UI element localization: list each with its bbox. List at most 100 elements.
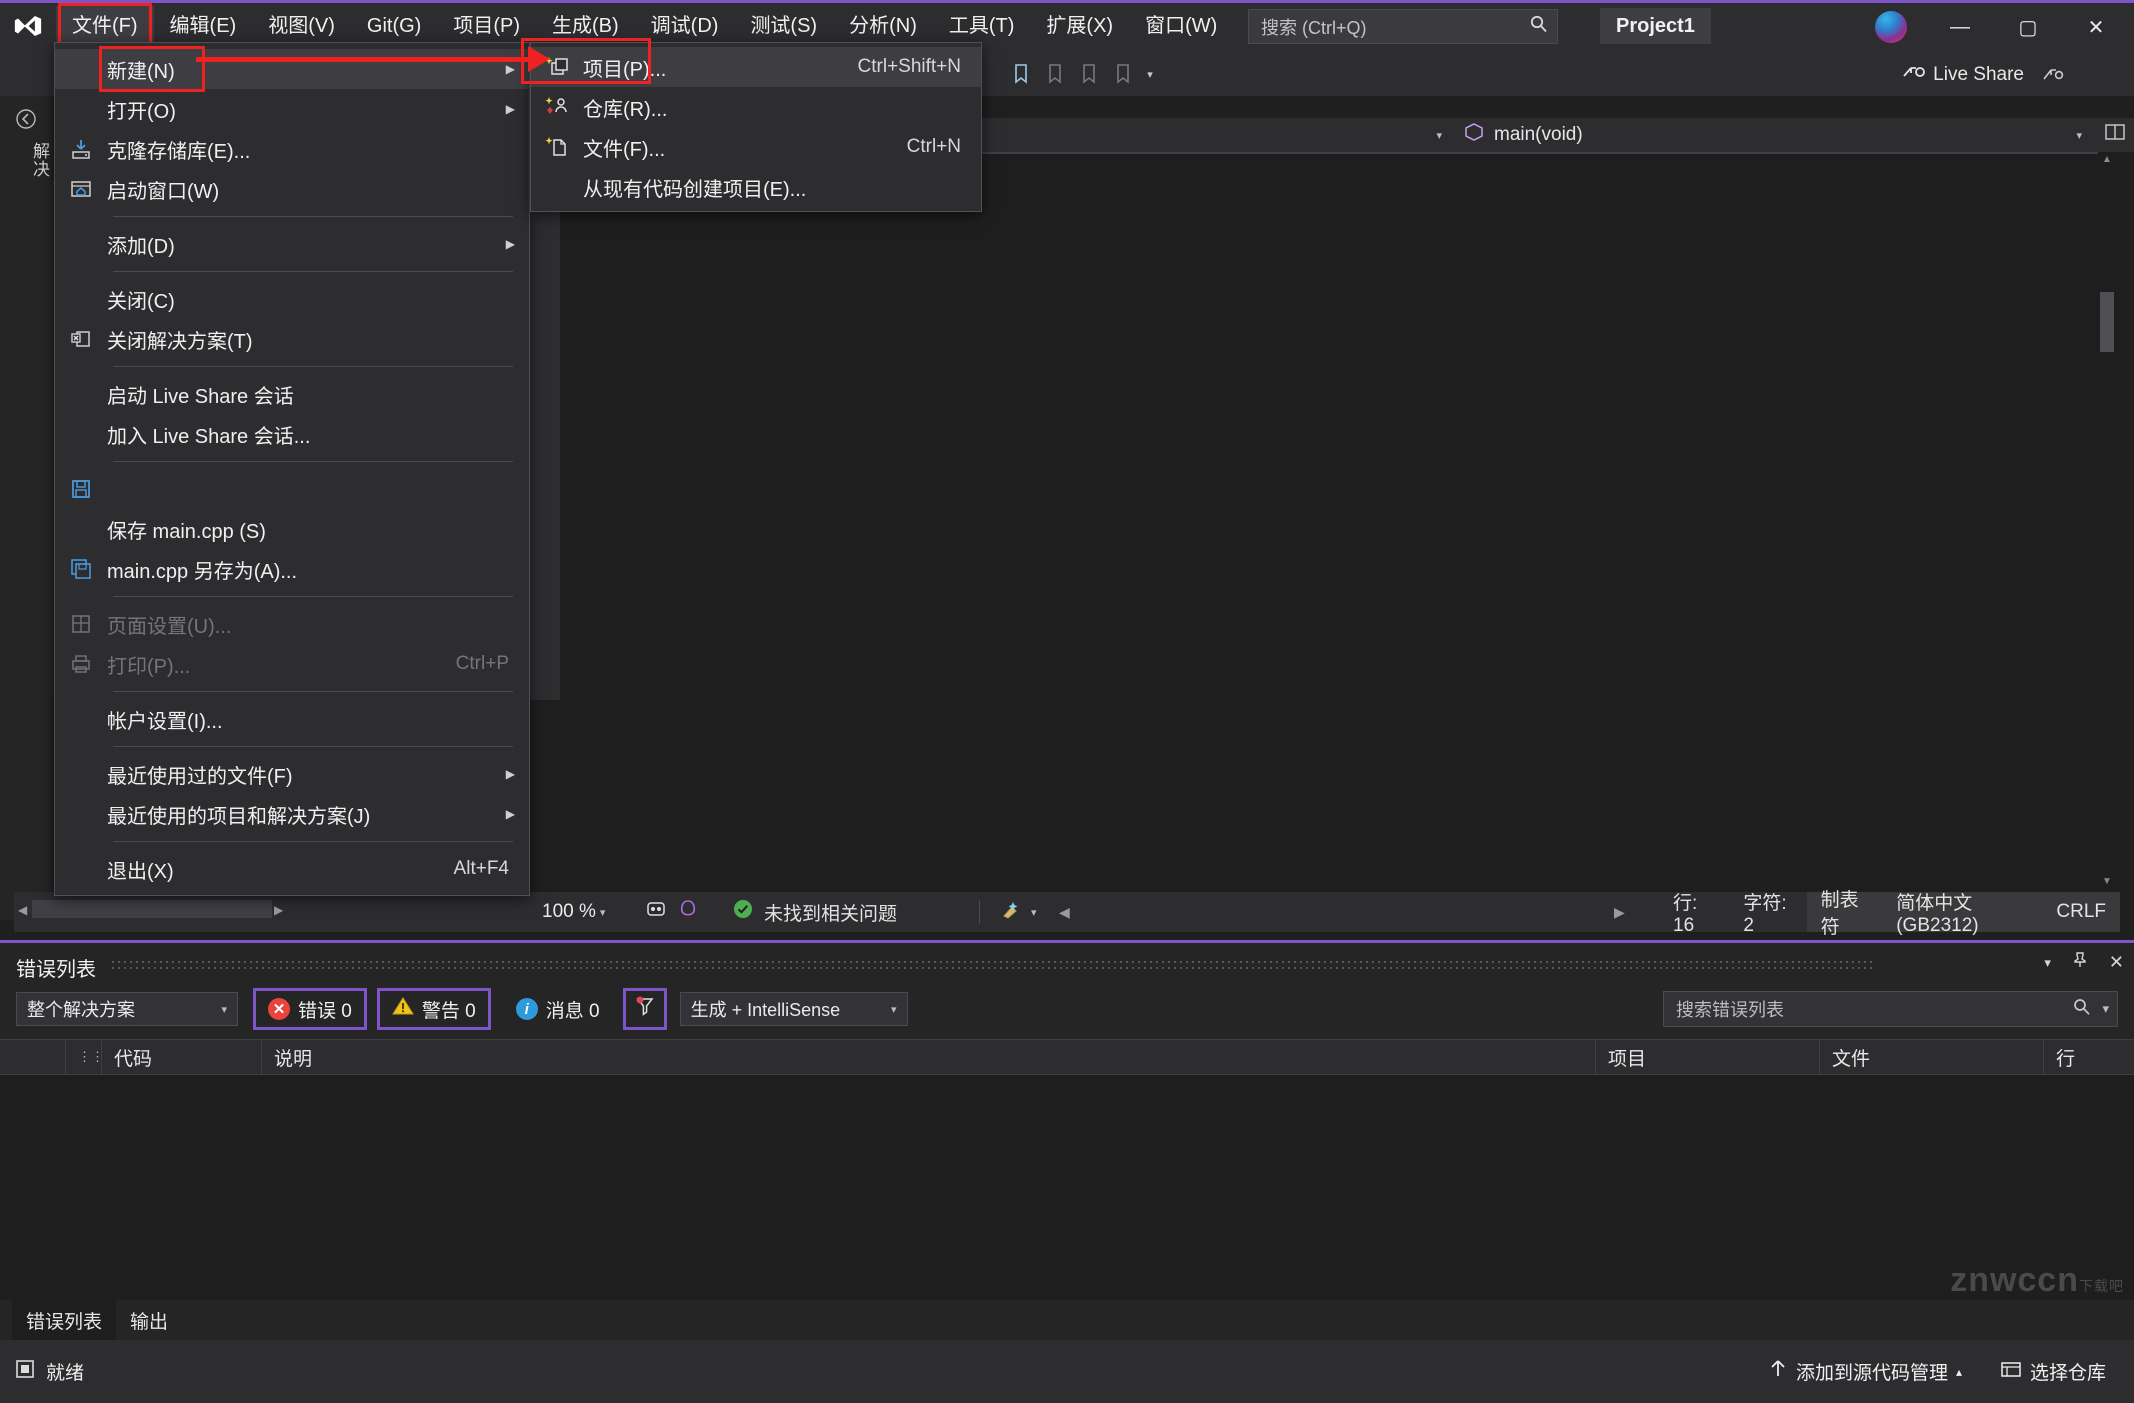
minimize-button[interactable]: — xyxy=(1930,8,1990,46)
status-collapse-right-icon[interactable]: ▶ xyxy=(1614,904,1625,921)
bookmark-clear-icon[interactable] xyxy=(1106,59,1140,89)
menu-item-clone-repository[interactable]: 克隆存储库(E)... xyxy=(55,129,529,169)
menu-git[interactable]: Git(G) xyxy=(351,6,437,46)
menu-item-save-all[interactable]: main.cpp 另存为(A)... xyxy=(55,549,529,589)
tab-error-list[interactable]: 错误列表 xyxy=(12,1300,117,1340)
column-description[interactable]: 说明 xyxy=(262,1039,1596,1075)
menu-item-save[interactable] xyxy=(55,469,529,509)
column-severity[interactable]: ⋮⋮ xyxy=(66,1039,104,1075)
filter-toggle-button[interactable] xyxy=(622,988,667,1030)
panel-close-icon[interactable]: ✕ xyxy=(2109,952,2124,973)
code-cleanup-button[interactable]: ▾ xyxy=(999,898,1037,926)
error-list-search-input[interactable]: 搜索错误列表 ▾ xyxy=(1663,991,2118,1027)
live-share-settings-icon[interactable] xyxy=(2042,64,2064,89)
scroll-down-icon[interactable]: ▼ xyxy=(2100,876,2114,890)
encoding-button[interactable]: 简体中文(GB2312) xyxy=(1882,892,2043,936)
submenu-item-new-repository[interactable]: 仓库(R)... xyxy=(531,87,981,127)
toolbar-overflow-icon[interactable]: ▾ xyxy=(1140,59,1160,89)
collapse-panel-icon[interactable] xyxy=(0,102,52,136)
menu-item-save-as[interactable]: 保存 main.cpp (S) xyxy=(55,509,529,549)
code-editor-surface[interactable]: ▲ ▼ xyxy=(560,152,2116,892)
submenu-item-new-project[interactable]: 项目(P)... Ctrl+Shift+N xyxy=(531,47,981,87)
panel-drag-handle[interactable] xyxy=(110,959,1874,973)
column-code[interactable]: 代码 xyxy=(102,1039,262,1075)
errors-filter-button[interactable]: ✕ 错误 0 xyxy=(253,988,367,1030)
screenreader-icon[interactable] xyxy=(644,898,668,926)
column-line[interactable]: 行 xyxy=(2044,1039,2134,1075)
menu-item-account-settings[interactable]: 帐户设置(I)... xyxy=(55,699,529,739)
menu-item-recent-files[interactable]: 最近使用过的文件(F) ▶ xyxy=(55,754,529,794)
bookmark-next-icon[interactable] xyxy=(1072,59,1106,89)
scroll-up-icon[interactable]: ▲ xyxy=(2100,154,2114,168)
submenu-item-project-from-existing-code[interactable]: 从现有代码创建项目(E)... xyxy=(531,167,981,207)
column-project[interactable]: 项目 xyxy=(1596,1039,1820,1075)
menu-item-start-live-share[interactable]: 启动 Live Share 会话 xyxy=(55,374,529,414)
menu-tools[interactable]: 工具(T) xyxy=(933,6,1031,46)
menu-item-add-label: 添加(D) xyxy=(107,235,175,258)
panel-pin-icon[interactable] xyxy=(2071,951,2089,974)
line-ending-button[interactable]: CRLF xyxy=(2042,892,2121,932)
submenu-item-new-file[interactable]: 文件(F)... Ctrl+N xyxy=(531,127,981,167)
editor-vertical-scrollbar[interactable]: ▲ ▼ xyxy=(2098,152,2116,892)
menu-edit[interactable]: 编辑(E) xyxy=(154,6,253,46)
search-input[interactable]: 搜索 (Ctrl+Q) xyxy=(1248,9,1558,44)
file-menu-dropdown[interactable]: 新建(N) ▶ 打开(O) ▶ 克隆存储库(E)... 启动窗口(W) 添加(D… xyxy=(54,42,530,896)
menu-item-close[interactable]: 关闭(C) xyxy=(55,279,529,319)
menu-analyze[interactable]: 分析(N) xyxy=(833,6,933,46)
menu-item-open[interactable]: 打开(O) ▶ xyxy=(55,89,529,129)
sidebar-item-solution-explorer[interactable]: 解决 xyxy=(0,136,52,184)
issue-status-label: 未找到相关问题 xyxy=(764,903,898,925)
hscroll-right-icon[interactable]: ▶ xyxy=(274,903,283,917)
annotation-arrow-head xyxy=(528,46,550,72)
intellicode-icon[interactable] xyxy=(676,898,700,926)
menu-extensions[interactable]: 扩展(X) xyxy=(1030,6,1129,46)
select-repository-button[interactable]: 选择仓库 xyxy=(1986,1352,2120,1392)
menu-item-new[interactable]: 新建(N) ▶ xyxy=(55,45,529,92)
add-to-source-control-button[interactable]: 添加到源代码管理 ▴ xyxy=(1754,1352,1976,1392)
menu-item-recent-projects[interactable]: 最近使用的项目和解决方案(J) ▶ xyxy=(55,794,529,834)
column-project-label: 项目 xyxy=(1608,1048,1647,1070)
build-filter-dropdown[interactable]: 生成 + IntelliSense ▾ xyxy=(679,992,908,1026)
watermark-sub: 下载吧 xyxy=(2079,1278,2124,1294)
nav-member-selector[interactable]: main(void) ▾ xyxy=(1450,118,2090,152)
editor-horizontal-scrollbar[interactable] xyxy=(32,900,272,918)
menu-test[interactable]: 测试(S) xyxy=(734,6,833,46)
column-selector[interactable] xyxy=(0,1039,66,1075)
avatar[interactable] xyxy=(1875,11,1907,43)
scroll-thumb[interactable] xyxy=(2100,292,2114,352)
menu-file[interactable]: 文件(F) xyxy=(56,3,154,50)
menu-file-label: 文件(F) xyxy=(72,15,138,37)
menu-item-start-window[interactable]: 启动窗口(W) xyxy=(55,169,529,209)
new-submenu[interactable]: 项目(P)... Ctrl+Shift+N 仓库(R)... 文件(F)... … xyxy=(530,42,982,212)
warnings-filter-button[interactable]: 警告 0 xyxy=(376,988,491,1030)
menu-debug[interactable]: 调试(D) xyxy=(635,6,735,46)
menu-item-join-live-share-label: 加入 Live Share 会话... xyxy=(107,425,311,448)
tab-output[interactable]: 输出 xyxy=(116,1300,182,1340)
menu-item-join-live-share[interactable]: 加入 Live Share 会话... xyxy=(55,414,529,454)
menu-item-page-setup: 页面设置(U)... xyxy=(55,604,529,644)
issue-status[interactable]: 未找到相关问题 xyxy=(732,898,897,926)
indent-mode-button[interactable]: 制表符 xyxy=(1806,890,1883,938)
error-search-caret-icon[interactable]: ▾ xyxy=(2092,1001,2109,1017)
maximize-button[interactable]: ▢ xyxy=(1998,8,2058,46)
panel-chevron-down-icon[interactable]: ▾ xyxy=(2044,955,2051,971)
menu-build[interactable]: 生成(B) xyxy=(536,6,635,46)
column-file[interactable]: 文件 xyxy=(1820,1039,2044,1075)
menu-view[interactable]: 视图(V) xyxy=(252,6,351,46)
menu-item-exit[interactable]: 退出(X) Alt+F4 xyxy=(55,849,529,889)
hscroll-left-icon[interactable]: ◀ xyxy=(18,903,27,917)
close-button[interactable]: ✕ xyxy=(2066,8,2126,46)
menu-window[interactable]: 窗口(W) xyxy=(1129,6,1233,46)
scope-filter-dropdown[interactable]: 整个解决方案 ▾ xyxy=(16,992,238,1026)
menu-item-add[interactable]: 添加(D) ▶ xyxy=(55,224,529,264)
messages-filter-button[interactable]: i 消息 0 xyxy=(504,991,612,1027)
split-editor-icon[interactable] xyxy=(2104,122,2134,148)
menu-project[interactable]: 项目(P) xyxy=(437,6,536,46)
menu-item-close-solution[interactable]: 关闭解决方案(T) xyxy=(55,319,529,359)
live-share-button[interactable]: Live Share xyxy=(1901,60,2024,90)
zoom-control[interactable]: 100 % ▾ xyxy=(542,901,605,923)
bookmark-prev-icon[interactable] xyxy=(1038,59,1072,89)
bookmark-icon[interactable] xyxy=(1004,59,1038,89)
status-collapse-left-icon[interactable]: ◀ xyxy=(1059,904,1070,921)
error-list-rows[interactable] xyxy=(0,1075,2134,1307)
